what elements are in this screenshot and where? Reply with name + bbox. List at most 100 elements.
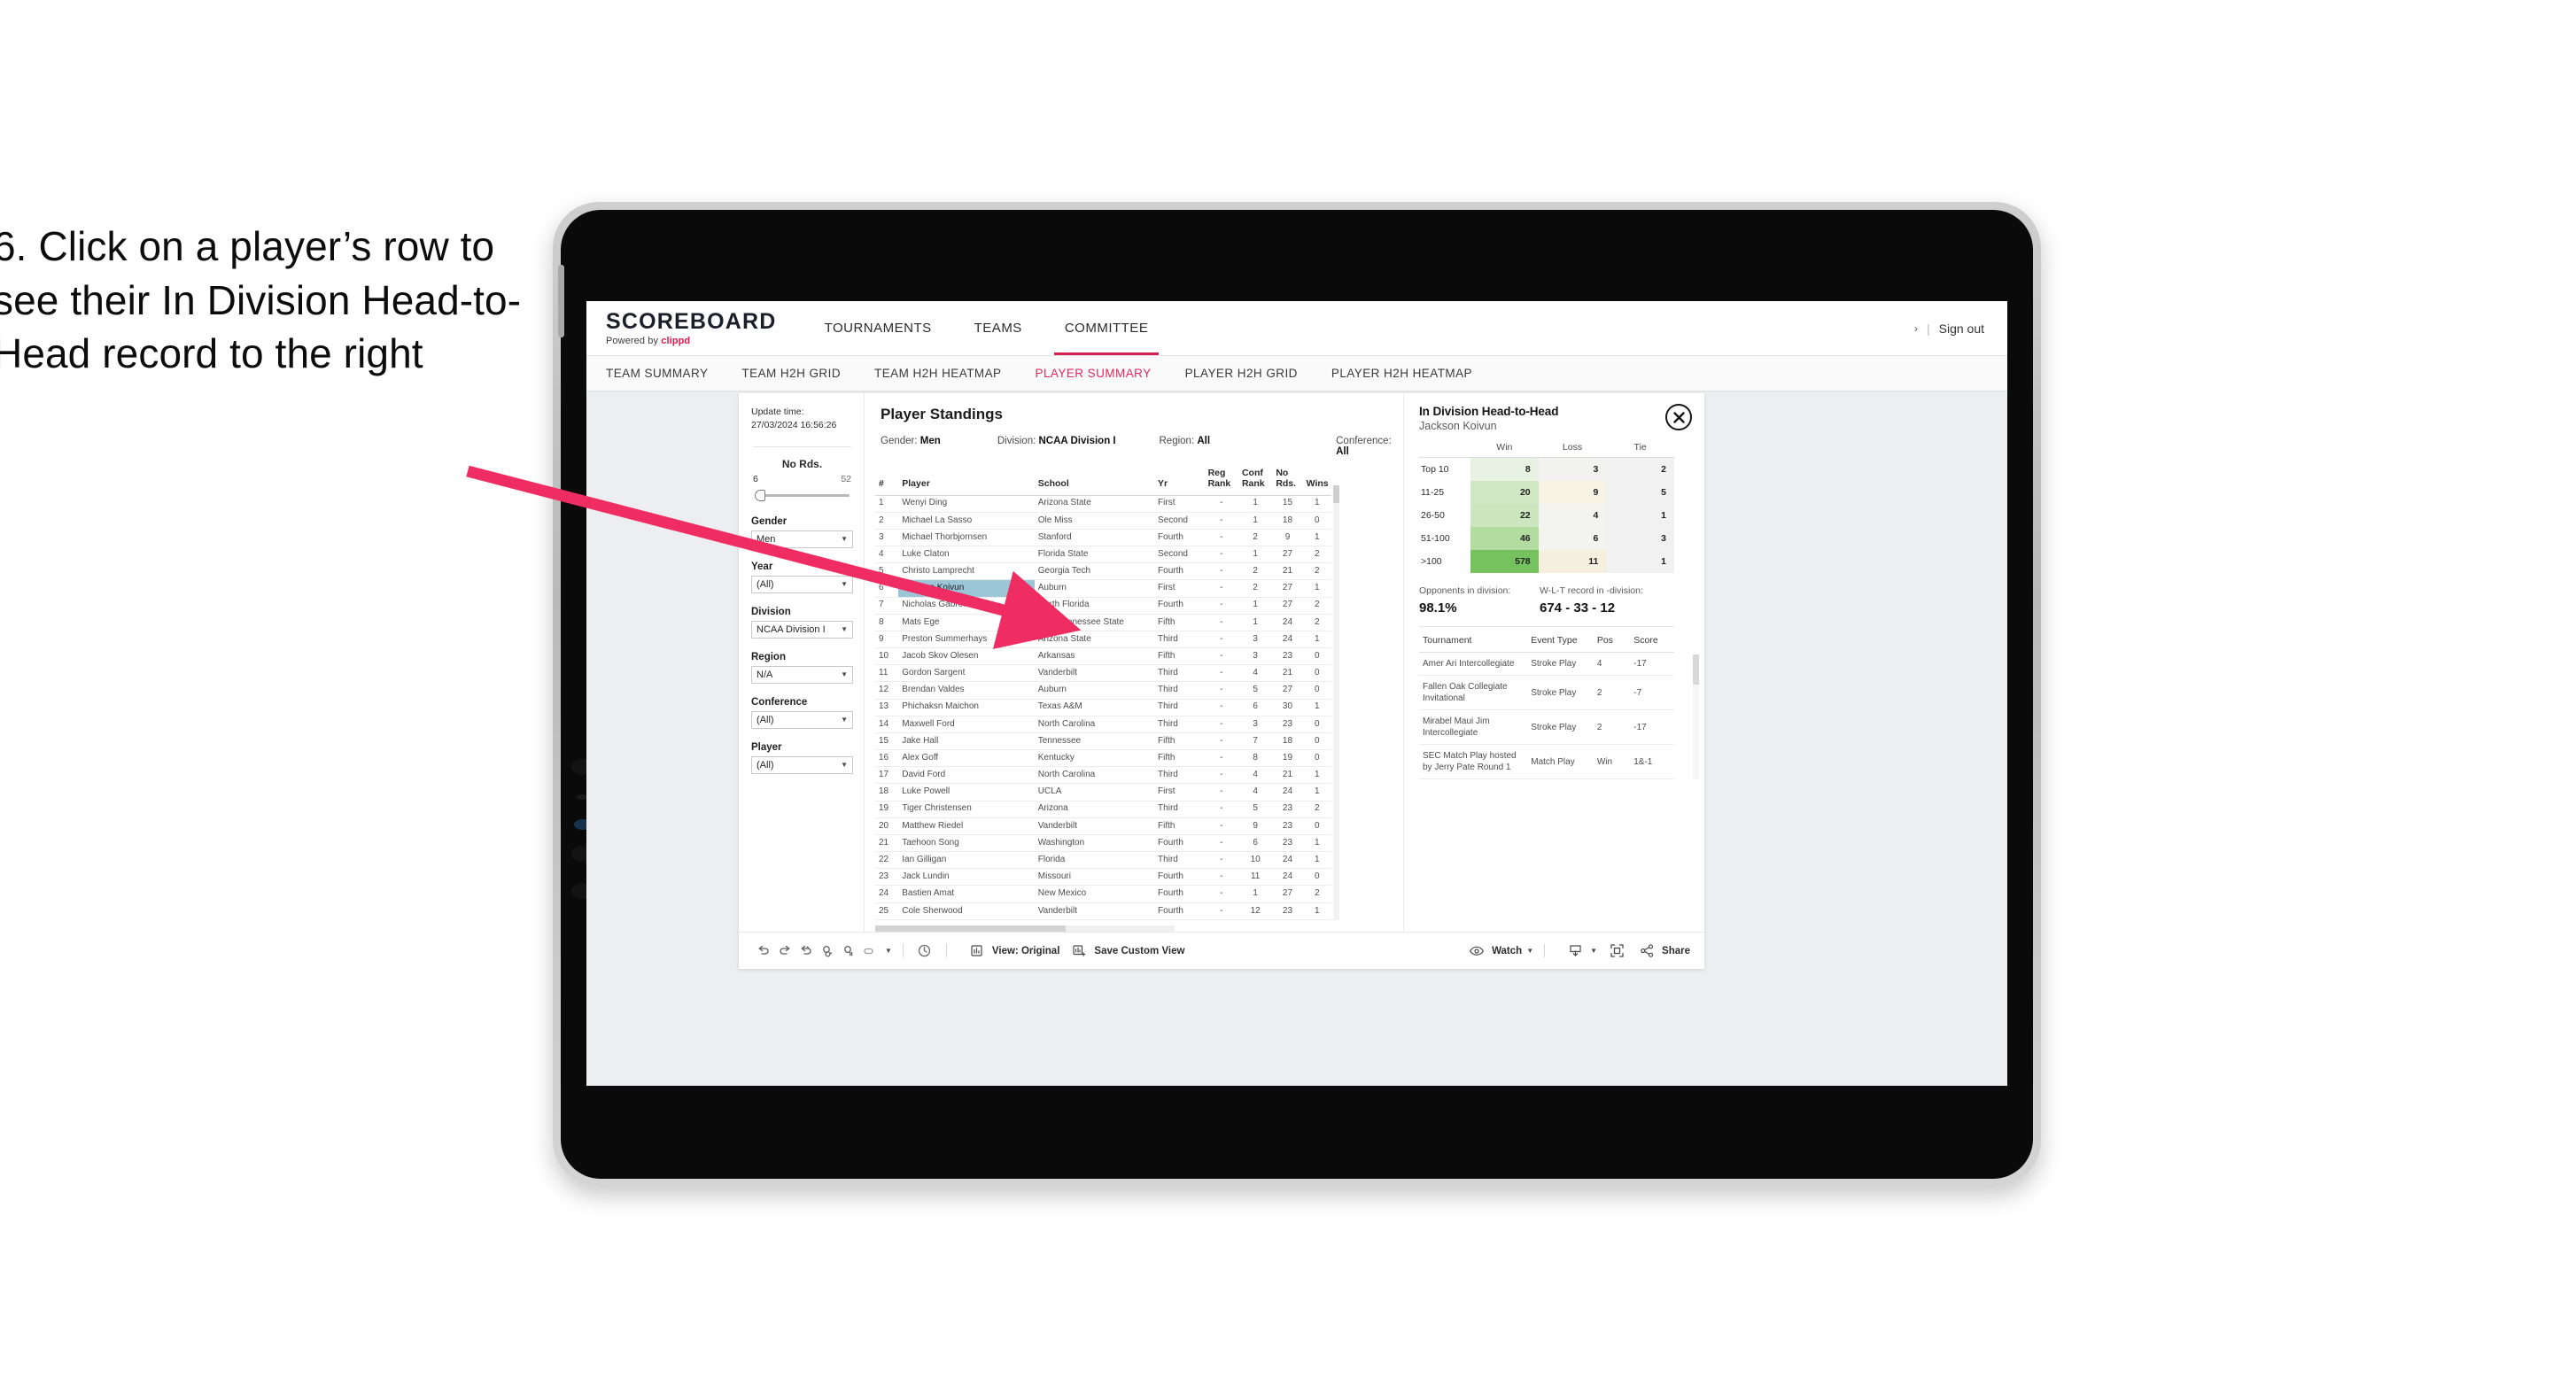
cell-no-rds: 18 [1272,732,1303,751]
cell-conf-rank: 6 [1238,834,1273,853]
table-row[interactable]: 24 Bastien Amat New Mexico Fourth -1 27 2 [875,885,1331,903]
tab-player-h2h-heatmap[interactable]: PLAYER H2H HEATMAP [1331,367,1472,380]
redo-icon[interactable] [774,941,795,962]
table-row[interactable]: 18 Luke Powell UCLA First -4 24 1 [875,783,1331,801]
tablet-screen: SCOREBOARD Powered by clippd TOURNAMENTS… [586,301,2007,1086]
table-row[interactable]: 21 Taehoon Song Washington Fourth -6 23 1 [875,834,1331,853]
h2h-col-loss: Loss [1538,442,1607,458]
table-row[interactable]: 19 Tiger Christensen Arizona Third -5 23 2 [875,801,1331,818]
scrollbar-thumb[interactable] [1693,654,1699,685]
cell-yr: Fifth [1154,614,1205,631]
revert-icon[interactable] [795,941,817,962]
view-original-button[interactable]: View: Original [966,941,1059,962]
table-row[interactable]: 25 Cole Sherwood Vanderbilt Fourth -12 23 1 [875,902,1331,921]
cell-player: Phichaksn Maichon [898,699,1035,716]
cell-conf-rank: 8 [1238,749,1273,768]
cell-conf-rank: 4 [1238,766,1273,785]
cell-school: Tennessee [1034,732,1155,751]
table-row[interactable]: 4 Luke Claton Florida State Second -1 27 2 [875,546,1331,564]
tab-team-h2h-heatmap[interactable]: TEAM H2H HEATMAP [874,367,1001,380]
filter-year-select[interactable]: (All) ▼ [751,575,853,593]
account-chevron-icon[interactable]: › [1914,322,1918,335]
table-row[interactable]: 11 Gordon Sargent Vanderbilt Third -4 21 0 [875,664,1331,683]
nav-item-committee[interactable]: COMMITTEE [1044,301,1170,355]
fullscreen-button[interactable] [1606,941,1627,962]
cell-yr: Second [1154,512,1205,530]
table-row[interactable]: 6 Jackson Koivun Auburn First -2 27 1 [875,579,1331,598]
filter-region-select[interactable]: N/A ▼ [751,665,853,684]
nav-item-teams[interactable]: TEAMS [953,301,1044,355]
table-row[interactable]: 10 Jacob Skov Olesen Arkansas Fifth -3 23 0 [875,647,1331,666]
h2h-row-label: >100 [1419,550,1470,573]
cell-school: North Carolina [1034,716,1155,733]
col-player-l1: Player [902,477,930,489]
save-custom-view-button[interactable]: Save Custom View [1068,941,1184,962]
cell-yr: Fourth [1154,885,1205,903]
table-row[interactable]: 16 Alex Goff Kentucky Fifth -8 19 0 [875,749,1331,768]
download-button[interactable]: ▼ [1564,941,1597,962]
table-row[interactable]: 13 Phichaksn Maichon Texas A&M Third -6 30 1 [875,699,1331,716]
share-button[interactable]: Share [1636,941,1690,962]
sign-out-link[interactable]: Sign out [1939,321,1984,336]
tournament-scrollbar[interactable] [1693,654,1699,779]
cell-player: Tiger Christensen [898,801,1035,818]
table-row[interactable]: 9 Preston Summerhays Arizona State Third -3 2… [875,631,1331,649]
table-row[interactable]: 7 Nicholas Gabrelcik North Florida Fourth -1… [875,597,1331,615]
tournament-row: Fallen Oak Collegiate Invitational Stroke… [1419,675,1674,710]
eye-icon [1466,941,1487,962]
highlight-icon[interactable] [859,941,881,962]
cell-pos: 2 [1593,709,1631,745]
cell-school: Stanford [1034,529,1155,547]
standings-horizontal-scrollbar[interactable] [875,925,1175,932]
cell-tournament: SEC Match Play hosted by Jerry Pate Roun… [1419,744,1528,779]
filter-conference-select[interactable]: (All) ▼ [751,710,853,729]
filter-gender-value: Men [757,533,776,545]
col-conf-l1: Conf [1241,468,1263,478]
filter-player-select[interactable]: (All) ▼ [751,755,853,774]
table-row[interactable]: 5 Christo Lamprecht Georgia Tech Fourth -2 21… [875,562,1331,581]
table-row[interactable]: 15 Jake Hall Tennessee Fifth -7 18 0 [875,732,1331,751]
table-row[interactable]: 1 Wenyi Ding Arizona State First -1 15 1 [875,495,1331,513]
tab-player-h2h-grid[interactable]: PLAYER H2H GRID [1185,367,1298,380]
slider-handle[interactable] [755,489,765,501]
tournament-thead: Tournament Event Type Pos Score [1419,635,1674,653]
cell-school: Texas A&M [1034,699,1155,716]
cell-player: David Ford [898,766,1035,785]
table-row[interactable]: 8 Mats Ege East Tennessee State Fifth -1 24 2 [875,614,1331,631]
no-rounds-slider[interactable] [751,487,853,503]
table-row[interactable]: 3 Michael Thorbjornsen Stanford Fourth -2 9 1 [875,529,1331,547]
cell-school: North Florida [1034,597,1155,615]
cell-pos: Win [1593,744,1631,779]
highlight-chevron-icon[interactable]: ▼ [885,947,892,955]
cell-no-rds: 24 [1272,868,1303,887]
table-row[interactable]: 22 Ian Gilligan Florida Third -10 24 1 [875,851,1331,870]
app-header: SCOREBOARD Powered by clippd TOURNAMENTS… [586,301,2007,356]
update-time-value: 27/03/2024 16:56:26 [751,419,837,430]
pause-icon[interactable] [838,941,859,962]
filter-gender-select[interactable]: Men ▼ [751,530,853,548]
tab-team-h2h-grid[interactable]: TEAM H2H GRID [741,367,841,380]
tab-player-summary[interactable]: PLAYER SUMMARY [1036,367,1152,380]
cell-school: Georgia Tech [1034,562,1155,581]
refresh-icon[interactable] [817,941,838,962]
table-row[interactable]: 17 David Ford North Carolina Third -4 21 1 [875,766,1331,785]
table-row[interactable]: 2 Michael La Sasso Ole Miss Second -1 18 0 [875,512,1331,530]
table-row[interactable]: 14 Maxwell Ford North Carolina Third -3 23 0 [875,716,1331,733]
table-row[interactable]: 12 Brendan Valdes Auburn Third -5 27 0 [875,681,1331,700]
watch-button[interactable]: Watch ▼ [1466,941,1533,962]
table-row[interactable]: 20 Matthew Riedel Vanderbilt Fifth -9 23 0 [875,817,1331,835]
close-icon[interactable] [1665,404,1692,430]
undo-icon[interactable] [753,941,774,962]
filter-division-select[interactable]: NCAA Division I ▼ [751,620,853,639]
cell-school: UCLA [1034,783,1155,801]
standings-vertical-scrollbar[interactable] [1333,485,1339,920]
cell-school: Ole Miss [1034,512,1155,530]
cell-conf-rank: 1 [1238,512,1273,530]
tab-team-summary[interactable]: TEAM SUMMARY [606,367,708,380]
scrollbar-thumb[interactable] [1333,485,1339,503]
table-row[interactable]: 23 Jack Lundin Missouri Fourth -11 24 0 [875,868,1331,887]
nav-item-tournaments[interactable]: TOURNAMENTS [803,301,953,355]
clock-icon[interactable] [914,941,935,962]
cell-conf-rank: 1 [1238,546,1273,564]
scrollbar-thumb[interactable] [875,925,1066,932]
